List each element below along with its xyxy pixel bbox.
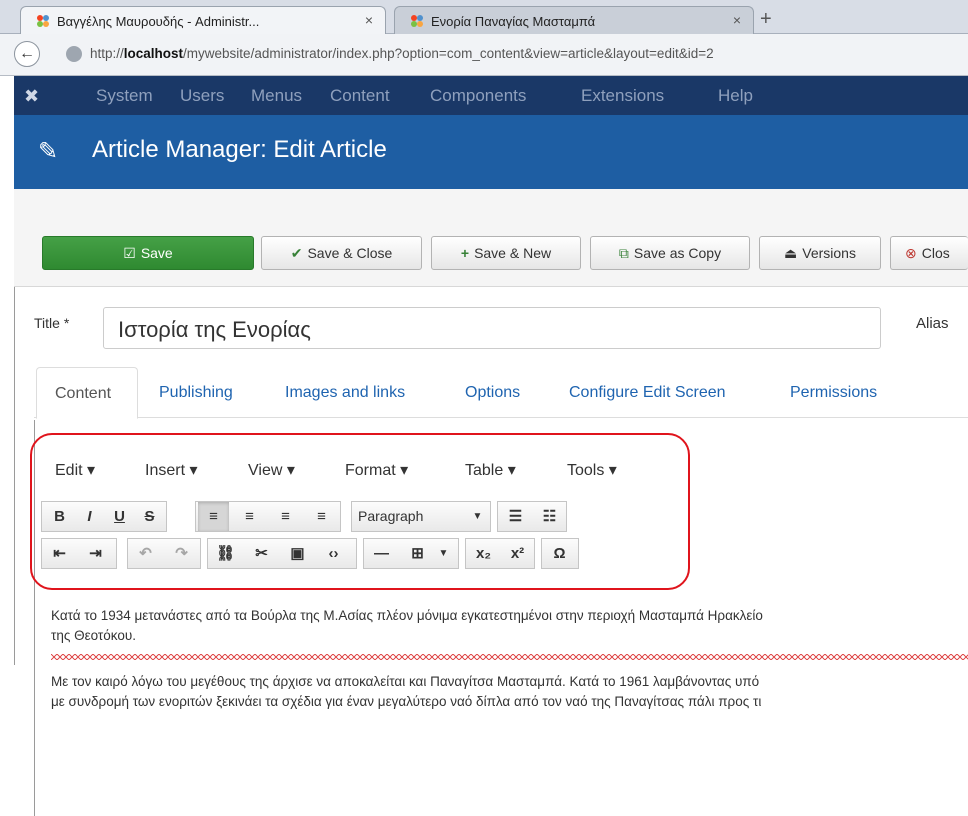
- pencil-icon: ✎: [38, 138, 59, 165]
- save-close-label: Save & Close: [307, 245, 393, 261]
- menu-extensions[interactable]: Extensions: [581, 86, 664, 106]
- title-input[interactable]: Ιστορία της Ενορίας: [103, 307, 881, 349]
- menu-content[interactable]: Content: [330, 86, 390, 106]
- tab-configure-edit-screen[interactable]: Configure Edit Screen: [569, 384, 726, 402]
- menu-menus[interactable]: Menus: [251, 86, 302, 106]
- screen: Βαγγέλης Μαυρουδής - Administr... × Ενορ…: [0, 0, 968, 816]
- editor-line[interactable]: Με τον καιρό λόγω του μεγέθους της άρχισ…: [51, 672, 968, 692]
- url-field[interactable]: http://localhost/mywebsite/administrator…: [58, 41, 968, 67]
- browser-tab-admin[interactable]: Βαγγέλης Μαυρουδής - Administr... ×: [20, 6, 386, 34]
- admin-menu-bar: ✖ System Users Menus Content Components …: [14, 76, 968, 115]
- save-label: Save: [140, 245, 173, 261]
- joomla-favicon-icon: [37, 15, 49, 27]
- url-host: localhost: [123, 46, 184, 61]
- check-icon: ✔: [290, 245, 303, 261]
- tab-images-links[interactable]: Images and links: [285, 384, 405, 402]
- close-tab-icon[interactable]: ×: [733, 12, 741, 28]
- alias-label: Alias: [916, 315, 949, 332]
- close-label: Clos: [921, 245, 950, 261]
- save-close-button[interactable]: ✔ Save & Close: [261, 236, 422, 270]
- versions-icon: ⏏: [784, 245, 798, 261]
- editor-line[interactable]: της Θεοτόκου.: [51, 626, 968, 646]
- title-label: Title *: [34, 315, 70, 331]
- back-button[interactable]: ←: [14, 41, 40, 67]
- tab-permissions[interactable]: Permissions: [790, 384, 877, 402]
- browser-tab-title: Ενορία Παναγίας Μασταμπά: [431, 14, 596, 29]
- close-tab-icon[interactable]: ×: [365, 12, 373, 28]
- save-new-button[interactable]: + Save & New: [431, 236, 581, 270]
- browser-tab-site[interactable]: Ενορία Παναγίας Μασταμπά ×: [394, 6, 754, 34]
- versions-button[interactable]: ⏏ Versions: [759, 236, 881, 270]
- editor-line[interactable]: Κατά το 1934 μετανάστες από τα Βούρλα τη…: [51, 606, 968, 626]
- page-title: Article Manager: Edit Article: [92, 136, 387, 163]
- menu-help[interactable]: Help: [718, 86, 753, 106]
- url-path: /mywebsite/administrator/index.php?optio…: [183, 46, 714, 61]
- browser-tab-title: Βαγγέλης Μαυρουδής - Administr...: [57, 14, 260, 29]
- save-copy-button[interactable]: ⧉ Save as Copy: [590, 236, 750, 270]
- page-left-border: [14, 287, 15, 665]
- joomla-favicon-icon: [411, 15, 423, 27]
- page-header: ✎ Article Manager: Edit Article: [14, 115, 968, 189]
- menu-components[interactable]: Components: [430, 86, 526, 106]
- plus-icon: +: [460, 245, 470, 261]
- browser-tab-bar: Βαγγέλης Μαυρουδής - Administr... × Ενορ…: [0, 0, 968, 34]
- tab-options[interactable]: Options: [465, 384, 520, 402]
- save-button[interactable]: ☑ Save: [42, 236, 254, 270]
- menu-system[interactable]: System: [96, 86, 153, 106]
- versions-label: Versions: [802, 245, 856, 261]
- tab-content[interactable]: Content: [36, 367, 138, 419]
- close-circle-icon: ⊗: [905, 245, 917, 261]
- copy-icon: ⧉: [618, 245, 629, 261]
- globe-icon: [66, 46, 82, 62]
- tab-publishing[interactable]: Publishing: [159, 384, 233, 402]
- spellcheck-underline: [51, 654, 968, 660]
- url-prefix: http://: [90, 46, 124, 61]
- content-tabs: Content Publishing Images and links Opti…: [34, 367, 968, 419]
- close-button[interactable]: ⊗ Clos: [890, 236, 968, 270]
- save-new-label: Save & New: [474, 245, 552, 261]
- action-toolbar: ☑ Save ✔ Save & Close + Save & New ⧉ Save as…: [14, 189, 968, 287]
- red-highlight-annotation: [30, 433, 690, 590]
- save-copy-label: Save as Copy: [633, 245, 722, 261]
- editor-line[interactable]: με συνδρομή των ενοριτών ξεκινάει τα σχέ…: [51, 692, 968, 712]
- edit-icon: ☑: [123, 245, 136, 261]
- joomla-logo-icon[interactable]: ✖: [24, 86, 39, 107]
- menu-users[interactable]: Users: [180, 86, 224, 106]
- new-tab-button[interactable]: +: [760, 8, 772, 31]
- address-bar: ← http://localhost/mywebsite/administrat…: [0, 34, 968, 76]
